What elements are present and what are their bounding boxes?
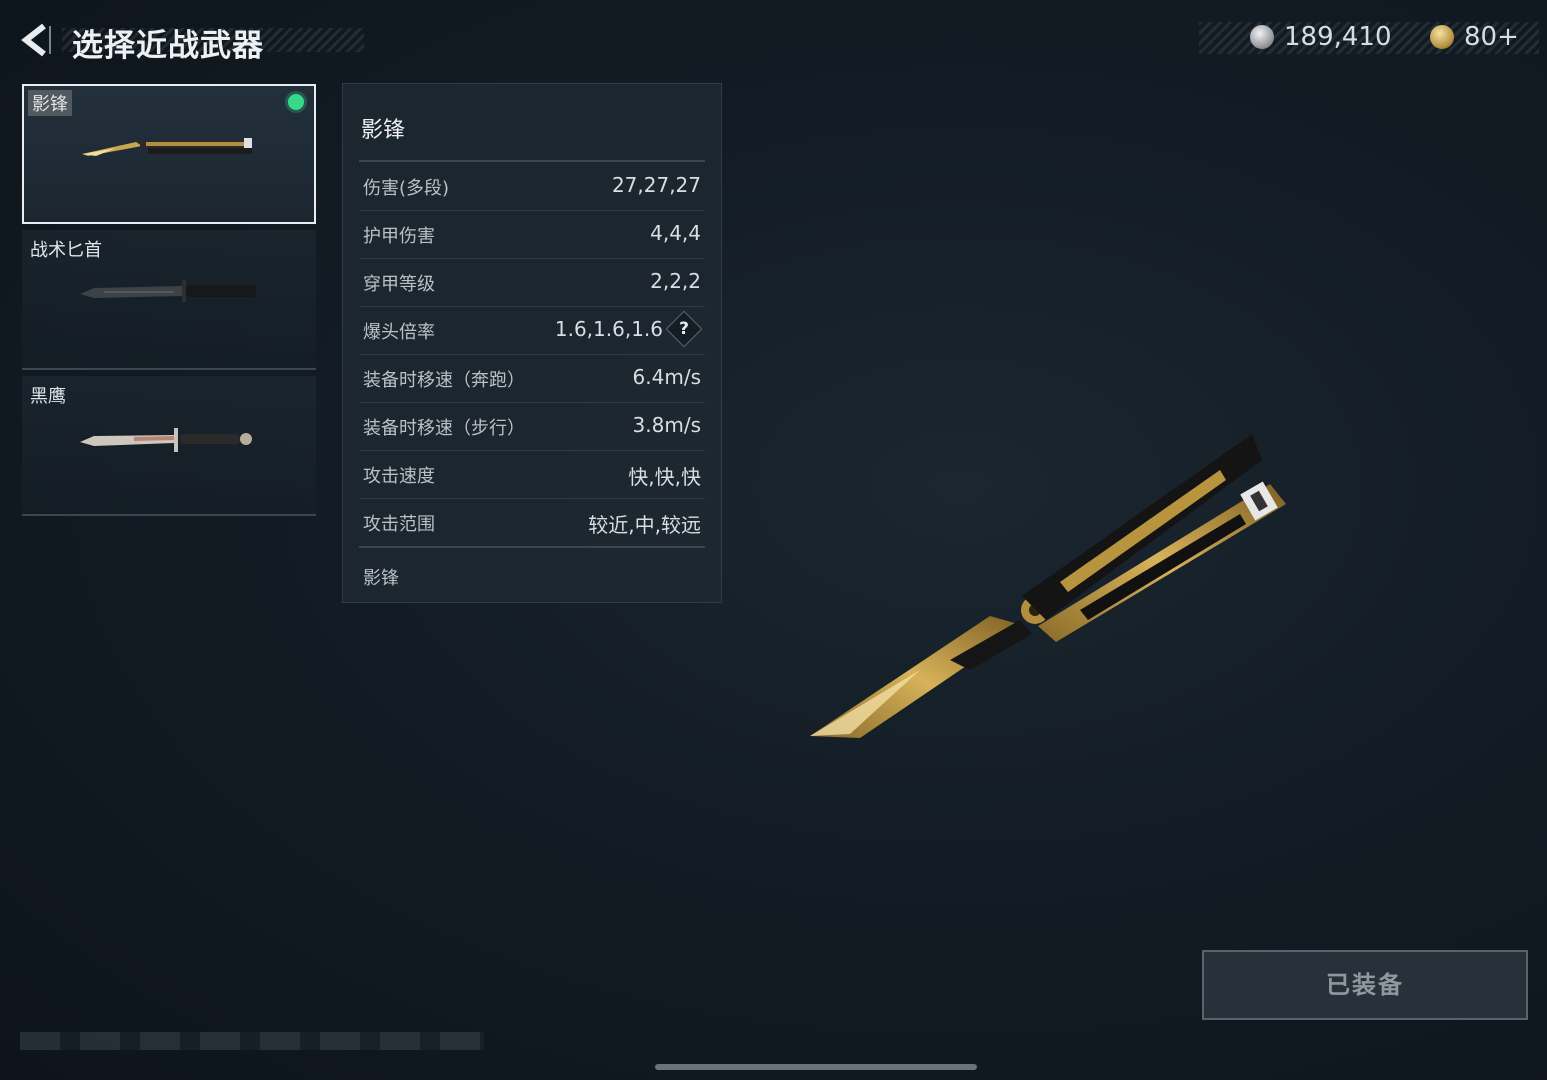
black-eagle-knife-icon xyxy=(80,428,252,452)
weapon-list: 影锋 战术匕首 黑鹰 xyxy=(22,84,316,522)
weapon-card-shadow-blade[interactable]: 影锋 xyxy=(22,84,316,224)
weapon-card-tactical-dagger[interactable]: 战术匕首 xyxy=(22,230,316,370)
page-title: 选择近战武器 xyxy=(72,28,264,64)
stat-label: 伤害(多段) xyxy=(363,178,450,199)
stat-value: 27,27,27 xyxy=(611,173,701,197)
stat-label: 装备时移速（步行） xyxy=(363,418,525,439)
home-indicator[interactable] xyxy=(655,1064,977,1070)
weapon-name: 影锋 xyxy=(361,118,406,143)
gold-coin-icon xyxy=(1430,25,1454,49)
stat-value: 6.4m/s xyxy=(632,365,701,389)
gold-currency[interactable]: 80+ xyxy=(1430,22,1519,52)
stat-label: 护甲伤害 xyxy=(363,226,435,247)
stat-row: 护甲伤害 4,4,4 xyxy=(359,210,705,259)
stat-value: 4,4,4 xyxy=(650,221,701,245)
silver-currency: 189,410 xyxy=(1250,22,1392,52)
equipped-indicator-icon xyxy=(288,94,304,110)
stat-value: 快,快,快 xyxy=(628,465,701,489)
stat-value: 2,2,2 xyxy=(650,269,701,293)
stat-label: 装备时移速（奔跑） xyxy=(363,370,525,391)
butterfly-knife-icon xyxy=(82,138,252,156)
stat-row: 伤害(多段) 27,27,27 xyxy=(359,162,705,211)
stat-label: 攻击范围 xyxy=(363,514,435,535)
weapon-card-label: 战术匕首 xyxy=(30,240,102,261)
stat-row: 攻击范围 较近,中,较远 xyxy=(359,498,705,548)
stat-value: 较近,中,较远 xyxy=(588,513,701,537)
silver-coin-icon xyxy=(1250,25,1274,49)
equipped-button-label: 已装备 xyxy=(1326,971,1404,999)
stat-row: 装备时移速（步行） 3.8m/s xyxy=(359,402,705,451)
skin-name: 影锋 xyxy=(363,568,399,589)
stat-row: 攻击速度 快,快,快 xyxy=(359,450,705,499)
stat-label: 爆头倍率 xyxy=(363,322,435,343)
stat-label: 攻击速度 xyxy=(363,466,435,487)
equipped-button[interactable]: 已装备 xyxy=(1202,950,1528,1020)
tactical-dagger-icon xyxy=(80,280,256,302)
silver-amount: 189,410 xyxy=(1284,22,1392,52)
weapon-card-label: 黑鹰 xyxy=(30,386,66,407)
stat-value: 3.8m/s xyxy=(632,413,701,437)
weapon-card-black-eagle[interactable]: 黑鹰 xyxy=(22,376,316,516)
weapon-card-label: 影锋 xyxy=(28,90,72,116)
weapon-stats-panel: 影锋 伤害(多段) 27,27,27 护甲伤害 4,4,4 穿甲等级 2,2,2… xyxy=(342,83,722,603)
weapon-preview-model[interactable] xyxy=(800,420,1300,750)
back-button[interactable] xyxy=(18,22,54,58)
stat-value: 1.6,1.6,1.6 xyxy=(554,317,663,341)
help-icon[interactable]: ? xyxy=(665,310,703,348)
blurred-status-text xyxy=(20,1032,484,1050)
gold-amount: 80+ xyxy=(1464,22,1519,52)
stat-row: 穿甲等级 2,2,2 xyxy=(359,258,705,307)
stat-row: 爆头倍率 1.6,1.6,1.6 ? xyxy=(359,306,705,355)
help-icon-glyph: ? xyxy=(679,319,689,339)
stat-row: 装备时移速（奔跑） 6.4m/s xyxy=(359,354,705,403)
back-arrow-icon xyxy=(21,23,51,57)
stat-label: 穿甲等级 xyxy=(363,274,435,295)
